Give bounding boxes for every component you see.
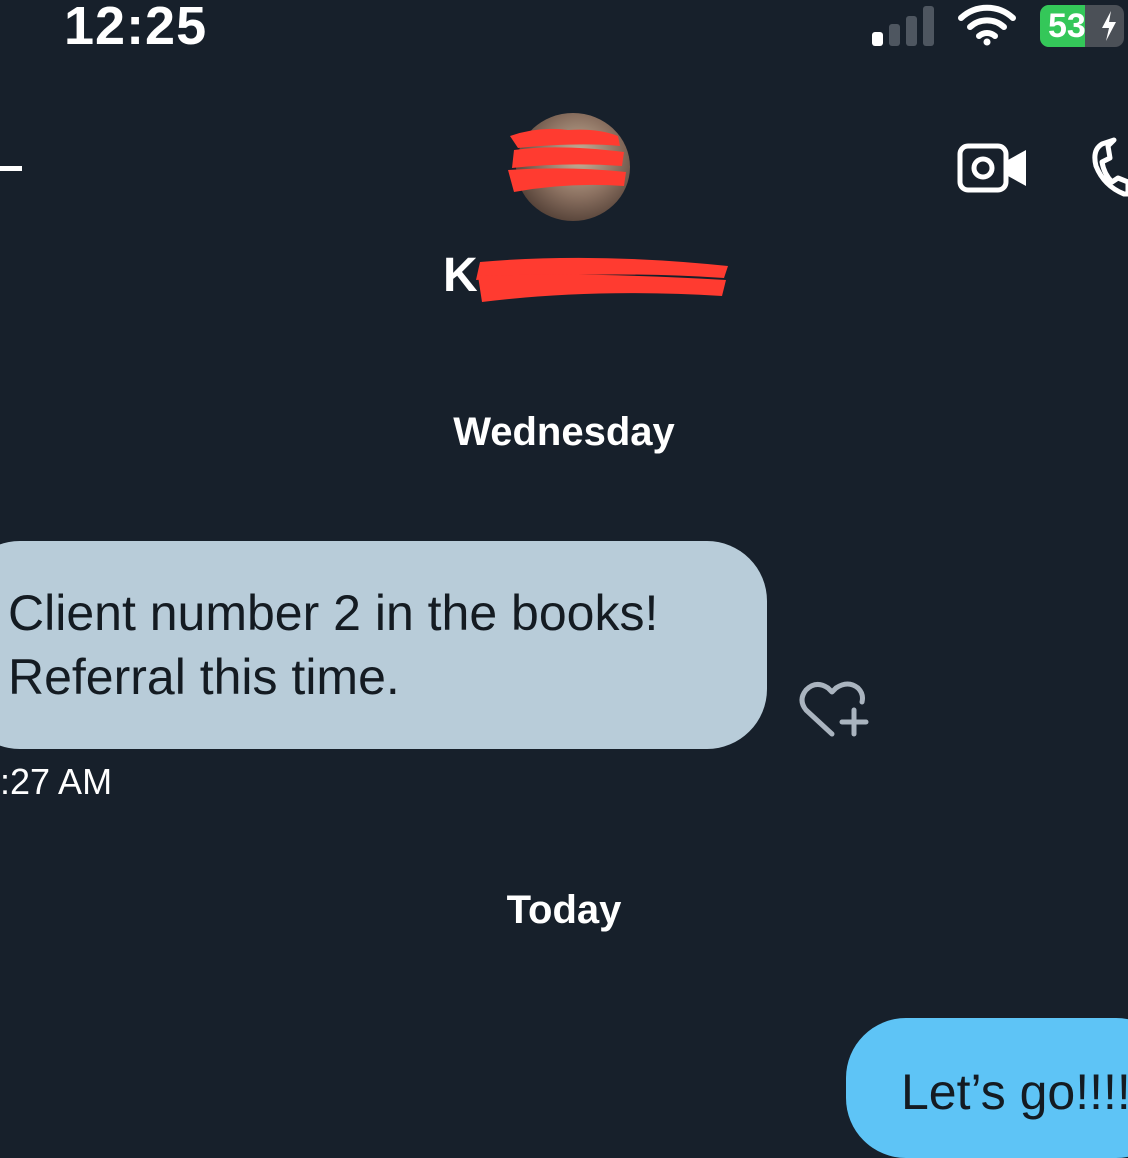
charging-bolt-icon bbox=[1102, 11, 1116, 41]
message-text: Let’s go!!!! bbox=[901, 1064, 1128, 1120]
battery-percent: 53 bbox=[1048, 7, 1086, 45]
message-line: Client number 2 in the books! bbox=[8, 585, 659, 641]
date-separator-wednesday: Wednesday bbox=[453, 410, 675, 454]
video-call-icon[interactable] bbox=[956, 138, 1030, 198]
status-time: 12:25 bbox=[64, 0, 208, 56]
date-separator-today: Today bbox=[506, 888, 622, 932]
battery-charging-icon: 53 bbox=[1040, 5, 1124, 47]
name-redaction bbox=[476, 257, 728, 302]
outgoing-message-bubble[interactable]: Let’s go!!!! bbox=[846, 1018, 1128, 1158]
incoming-message-bubble[interactable]: Client number 2 in the books! Referral t… bbox=[0, 541, 767, 749]
heart-plus-icon[interactable] bbox=[798, 678, 872, 742]
back-arrow-icon[interactable] bbox=[0, 166, 22, 171]
signal-icon bbox=[870, 6, 936, 46]
wifi-icon bbox=[958, 4, 1016, 46]
phone-call-icon[interactable] bbox=[1090, 136, 1128, 200]
message-line: Referral this time. bbox=[8, 649, 400, 705]
contact-name: K bbox=[443, 249, 478, 302]
message-timestamp: :27 AM bbox=[0, 761, 113, 802]
avatar-redaction bbox=[508, 128, 626, 192]
